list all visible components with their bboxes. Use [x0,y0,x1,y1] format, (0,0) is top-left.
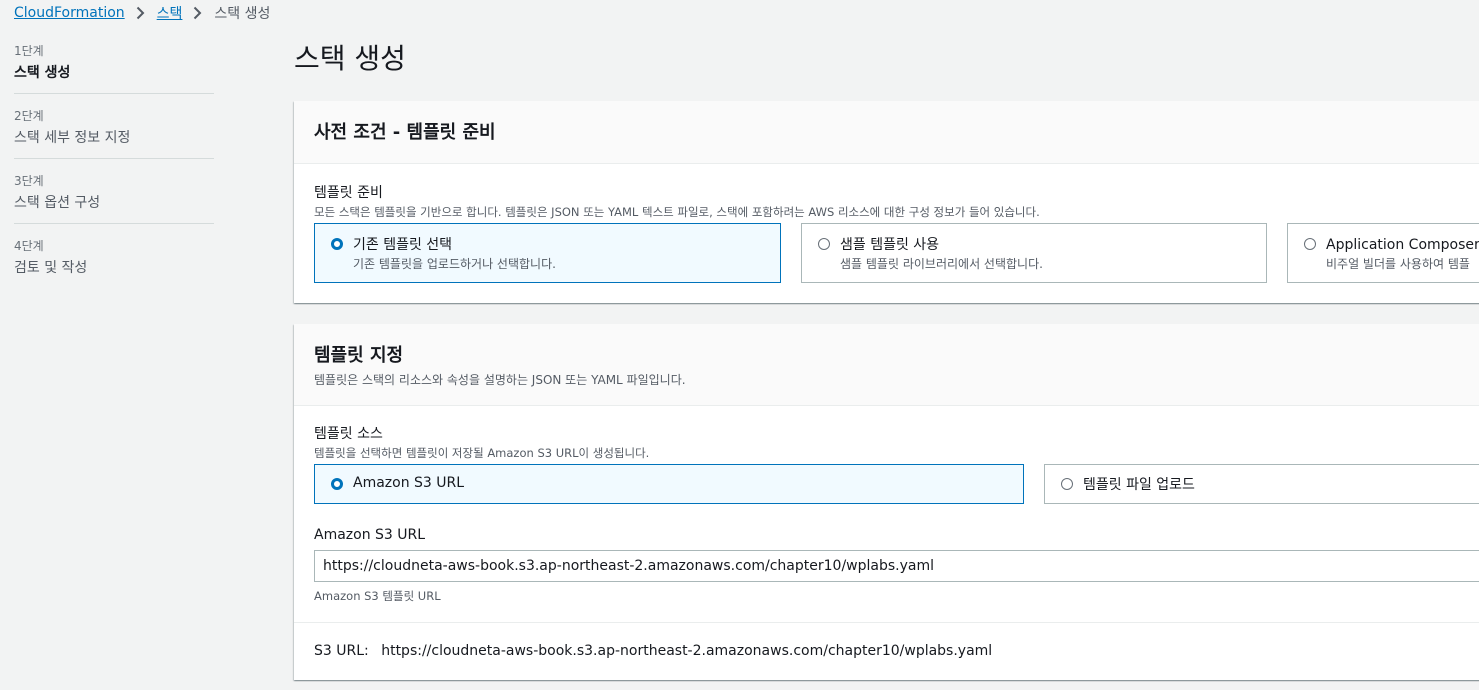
specify-template-panel: 템플릿 지정 템플릿은 스택의 리소스와 속성을 설명하는 JSON 또는 YA… [294,324,1479,680]
wizard-step-4: 4단계 검토 및 작성 [14,235,214,288]
option-description: 비주얼 빌더를 사용하여 템플 [1326,257,1470,271]
option-existing-template[interactable]: 기존 템플릿 선택 기존 템플릿을 업로드하거나 선택합니다. [314,223,781,283]
panel-description: 템플릿은 스택의 리소스와 속성을 설명하는 JSON 또는 YAML 파일입니… [314,373,686,387]
chevron-right-icon [136,6,146,20]
s3-url-summary: S3 URL: https://cloudneta-aws-book.s3.ap… [314,643,992,659]
s3-url-summary-label: S3 URL: [314,643,369,659]
option-sample-template[interactable]: 샘플 템플릿 사용 샘플 템플릿 라이브러리에서 선택합니다. [801,223,1267,283]
prerequisite-panel: 사전 조건 - 템플릿 준비 템플릿 준비 모든 스택은 템플릿을 기반으로 합… [294,101,1479,303]
prepare-template-field: 템플릿 준비 모든 스택은 템플릿을 기반으로 합니다. 템플릿은 JSON 또… [314,182,1040,220]
step-title: 스택 세부 정보 지정 [14,130,131,146]
option-description: 기존 템플릿을 업로드하거나 선택합니다. [353,257,556,271]
step-title: 스택 생성 [14,65,71,81]
radio-button[interactable] [331,478,343,490]
source-upload-template-file[interactable]: 템플릿 파일 업로드 [1044,464,1479,504]
source-amazon-s3-url[interactable]: Amazon S3 URL [314,464,1024,504]
radio-button[interactable] [1304,238,1316,250]
breadcrumb-current: 스택 생성 [214,6,271,22]
field-description: 템플릿을 선택하면 템플릿이 저장될 Amazon S3 URL이 생성됩니다. [314,446,650,460]
step-number: 1단계 [14,44,44,58]
chevron-right-icon [193,6,203,20]
radio-button[interactable] [1061,478,1073,490]
step-number: 3단계 [14,174,44,188]
panel-header: 사전 조건 - 템플릿 준비 [294,101,1479,164]
radio-button[interactable] [818,238,830,250]
s3-url-input[interactable]: https://cloudneta-aws-book.s3.ap-northea… [314,550,1479,582]
panel-header: 템플릿 지정 템플릿은 스택의 리소스와 속성을 설명하는 JSON 또는 YA… [294,324,1479,406]
wizard-step-1: 1단계 스택 생성 [14,40,214,94]
wizard-steps: 1단계 스택 생성 2단계 스택 세부 정보 지정 3단계 스택 옵션 구성 4… [14,40,214,299]
option-description: 샘플 템플릿 라이브러리에서 선택합니다. [840,257,1043,271]
wizard-step-2: 2단계 스택 세부 정보 지정 [14,105,214,159]
breadcrumb: CloudFormation 스택 스택 생성 [14,2,270,24]
panel-title: 사전 조건 - 템플릿 준비 [314,122,496,143]
option-title: Application Composer에 [1326,237,1479,253]
option-application-composer[interactable]: Application Composer에 비주얼 빌더를 사용하여 템플 [1287,223,1479,283]
s3-url-hint: Amazon S3 템플릿 URL [314,589,441,603]
divider [294,622,1479,623]
template-source-field: 템플릿 소스 템플릿을 선택하면 템플릿이 저장될 Amazon S3 URL이… [314,423,649,461]
step-number: 4단계 [14,239,44,253]
radio-button[interactable] [331,238,343,250]
wizard-step-3: 3단계 스택 옵션 구성 [14,170,214,224]
s3-url-label: Amazon S3 URL [314,527,426,543]
step-title: 스택 옵션 구성 [14,195,101,211]
page-title: 스택 생성 [294,42,406,75]
field-description: 모든 스택은 템플릿을 기반으로 합니다. 템플릿은 JSON 또는 YAML … [314,205,1040,219]
breadcrumb-cloudformation-link[interactable]: CloudFormation [14,5,125,21]
option-title: Amazon S3 URL [353,475,465,491]
step-title: 검토 및 작성 [14,260,88,276]
option-title: 샘플 템플릿 사용 [840,237,940,253]
panel-title: 템플릿 지정 [314,345,404,366]
breadcrumb-stacks-link[interactable]: 스택 [157,3,183,23]
step-number: 2단계 [14,109,44,123]
option-title: 기존 템플릿 선택 [353,237,453,253]
field-label: 템플릿 소스 [314,426,383,442]
field-label: 템플릿 준비 [314,185,383,201]
s3-url-summary-value: https://cloudneta-aws-book.s3.ap-northea… [381,643,993,659]
option-title: 템플릿 파일 업로드 [1083,477,1195,493]
